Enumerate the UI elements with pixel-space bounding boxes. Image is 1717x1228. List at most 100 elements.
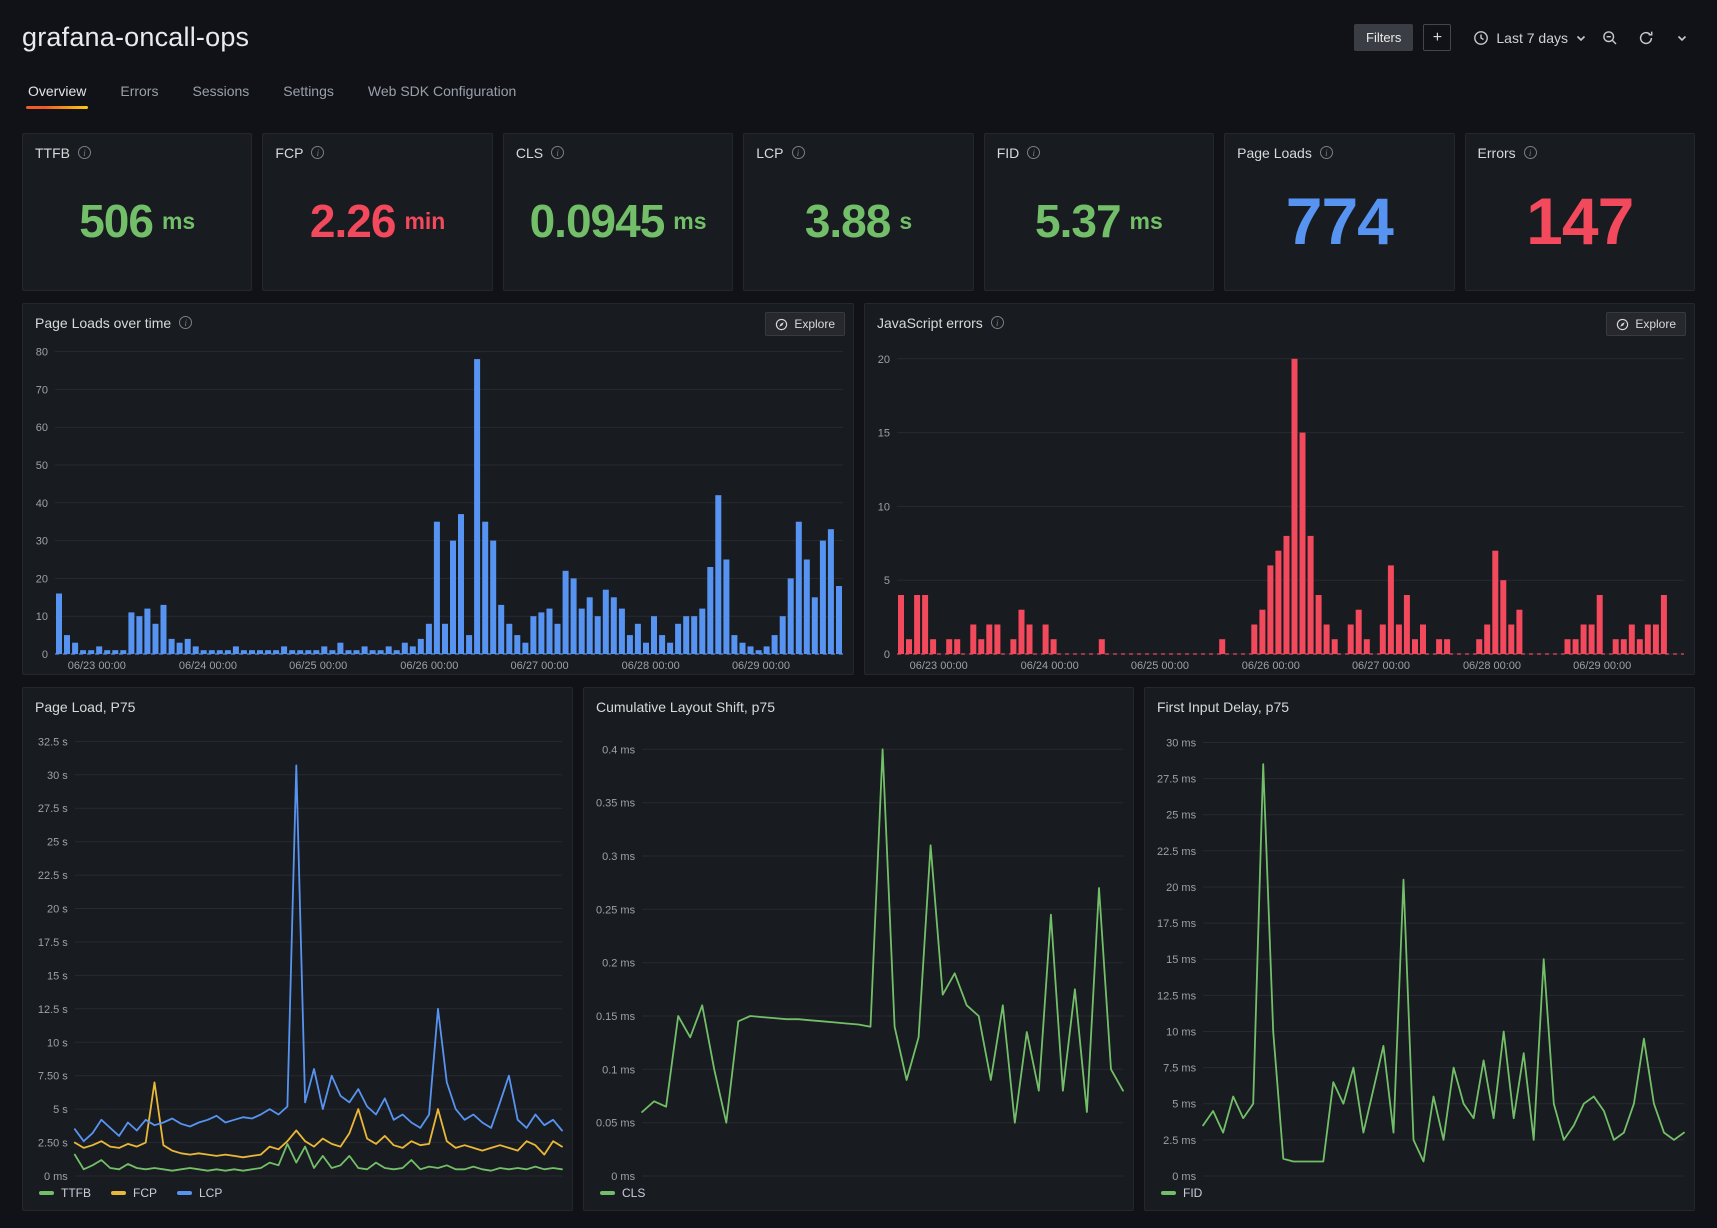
info-icon[interactable]: [78, 146, 91, 159]
chart-legend: CLS: [584, 1182, 1133, 1210]
stat-panel-fid: FID 5.37 ms: [984, 133, 1214, 291]
refresh-interval-dropdown[interactable]: [1669, 25, 1695, 51]
svg-text:7.5 ms: 7.5 ms: [1163, 1063, 1197, 1075]
clock-icon: [1473, 30, 1489, 46]
svg-text:12.5 ms: 12.5 ms: [1157, 990, 1197, 1002]
dashboard-page: grafana-oncall-ops Filters + Last 7 days: [0, 0, 1717, 1211]
svg-text:70: 70: [36, 384, 48, 396]
svg-text:06/28 00:00: 06/28 00:00: [1463, 660, 1521, 672]
compass-icon: [775, 318, 788, 331]
info-icon[interactable]: [792, 146, 805, 159]
svg-text:10: 10: [878, 501, 890, 513]
legend-item-fcp[interactable]: FCP: [111, 1186, 157, 1200]
tab-settings[interactable]: Settings: [281, 77, 336, 109]
stat-panel-ttfb: TTFB 506 ms: [22, 133, 252, 291]
svg-text:27.5 s: 27.5 s: [38, 803, 68, 815]
stat-title: LCP: [756, 145, 783, 161]
svg-text:06/27 00:00: 06/27 00:00: [511, 660, 569, 672]
info-icon[interactable]: [179, 316, 192, 329]
tab-errors[interactable]: Errors: [118, 77, 160, 109]
svg-text:0: 0: [42, 649, 48, 661]
svg-text:20: 20: [878, 354, 890, 366]
svg-text:06/26 00:00: 06/26 00:00: [1242, 660, 1300, 672]
panel-page-load-p75: Page Load, P75 0 ms2.50 s5 s7.50 s10 s12…: [22, 687, 573, 1211]
dashboard-tabs: Overview Errors Sessions Settings Web SD…: [22, 77, 1695, 109]
filters-button[interactable]: Filters: [1354, 24, 1413, 51]
legend-item-ttfb[interactable]: TTFB: [39, 1186, 91, 1200]
cls-p75-line-chart[interactable]: 0 ms0.05 ms0.1 ms0.15 ms0.2 ms0.25 ms0.3…: [584, 718, 1133, 1182]
info-icon[interactable]: [1524, 146, 1537, 159]
legend-swatch: [39, 1191, 54, 1195]
svg-text:5 s: 5 s: [53, 1104, 68, 1116]
svg-text:32.5 s: 32.5 s: [38, 736, 68, 748]
svg-text:27.5 ms: 27.5 ms: [1157, 774, 1197, 786]
zoom-out-icon: [1602, 30, 1618, 46]
panel-first-input-delay-p75: First Input Delay, p75 0 ms2.5 ms5 ms7.5…: [1144, 687, 1695, 1211]
stat-panel-lcp: LCP 3.88 s: [743, 133, 973, 291]
svg-text:25 ms: 25 ms: [1166, 810, 1196, 822]
legend-item-fid[interactable]: FID: [1161, 1186, 1202, 1200]
stat-value: 774: [1225, 164, 1453, 290]
svg-text:0: 0: [884, 649, 890, 661]
fid-p75-line-chart[interactable]: 0 ms2.5 ms5 ms7.5 ms10 ms12.5 ms15 ms17.…: [1145, 718, 1694, 1182]
panel-title: Cumulative Layout Shift, p75: [596, 699, 775, 715]
panel-title: Page Loads over time: [35, 315, 171, 331]
explore-button[interactable]: Explore: [765, 312, 845, 336]
svg-text:06/26 00:00: 06/26 00:00: [400, 660, 458, 672]
panel-title: JavaScript errors: [877, 315, 983, 331]
info-icon[interactable]: [311, 146, 324, 159]
page-loads-bar-chart[interactable]: 0102030405060708006/23 00:0006/24 00:000…: [23, 334, 853, 674]
svg-text:7.50 s: 7.50 s: [38, 1071, 68, 1083]
add-filter-button[interactable]: +: [1423, 24, 1451, 51]
svg-text:50: 50: [36, 460, 48, 472]
svg-text:06/23 00:00: 06/23 00:00: [910, 660, 968, 672]
legend-swatch: [111, 1191, 126, 1195]
svg-text:10: 10: [36, 611, 48, 623]
svg-text:06/23 00:00: 06/23 00:00: [68, 660, 126, 672]
info-icon[interactable]: [1027, 146, 1040, 159]
refresh-button[interactable]: [1633, 25, 1659, 51]
stat-value: 2.26 min: [263, 164, 491, 290]
stat-value: 147: [1466, 164, 1694, 290]
svg-text:22.5 s: 22.5 s: [38, 870, 68, 882]
chart-legend: TTFB FCP LCP: [23, 1182, 572, 1210]
tab-overview[interactable]: Overview: [26, 77, 88, 109]
svg-text:06/24 00:00: 06/24 00:00: [179, 660, 237, 672]
svg-text:17.5 ms: 17.5 ms: [1157, 918, 1197, 930]
svg-text:20 s: 20 s: [47, 904, 68, 916]
stat-panel-cls: CLS 0.0945 ms: [503, 133, 733, 291]
svg-text:40: 40: [36, 498, 48, 510]
panel-cumulative-layout-shift-p75: Cumulative Layout Shift, p75 0 ms0.05 ms…: [583, 687, 1134, 1211]
svg-text:06/29 00:00: 06/29 00:00: [1573, 660, 1631, 672]
tab-web-sdk-configuration[interactable]: Web SDK Configuration: [366, 77, 518, 109]
zoom-out-button[interactable]: [1597, 25, 1623, 51]
stat-panel-errors: Errors 147: [1465, 133, 1695, 291]
legend-item-lcp[interactable]: LCP: [177, 1186, 222, 1200]
stat-title: Page Loads: [1237, 145, 1312, 161]
javascript-errors-bar-chart[interactable]: 0510152006/23 00:0006/24 00:0006/25 00:0…: [865, 334, 1694, 674]
legend-item-cls[interactable]: CLS: [600, 1186, 645, 1200]
tab-sessions[interactable]: Sessions: [190, 77, 251, 109]
stat-value: 506 ms: [23, 164, 251, 290]
svg-text:0 ms: 0 ms: [44, 1171, 68, 1182]
svg-text:0.1 ms: 0.1 ms: [602, 1064, 636, 1076]
svg-text:0.2 ms: 0.2 ms: [602, 958, 636, 970]
stat-value: 5.37 ms: [985, 164, 1213, 290]
chart-legend: FID: [1145, 1182, 1694, 1210]
info-icon[interactable]: [991, 316, 1004, 329]
stat-title: FCP: [275, 145, 303, 161]
svg-text:30 s: 30 s: [47, 770, 68, 782]
svg-text:25 s: 25 s: [47, 837, 68, 849]
info-icon[interactable]: [1320, 146, 1333, 159]
stat-title: CLS: [516, 145, 543, 161]
explore-button[interactable]: Explore: [1606, 312, 1686, 336]
chevron-down-icon: [1676, 32, 1688, 44]
page-load-p75-line-chart[interactable]: 0 ms2.50 s5 s7.50 s10 s12.5 s15 s17.5 s2…: [23, 718, 572, 1182]
svg-text:06/25 00:00: 06/25 00:00: [1131, 660, 1189, 672]
header-controls: Filters + Last 7 days: [1354, 24, 1695, 51]
time-range-picker[interactable]: Last 7 days: [1473, 30, 1587, 46]
stat-panel-page-loads: Page Loads 774: [1224, 133, 1454, 291]
svg-text:10 s: 10 s: [47, 1037, 68, 1049]
svg-text:0 ms: 0 ms: [611, 1171, 635, 1182]
info-icon[interactable]: [551, 146, 564, 159]
